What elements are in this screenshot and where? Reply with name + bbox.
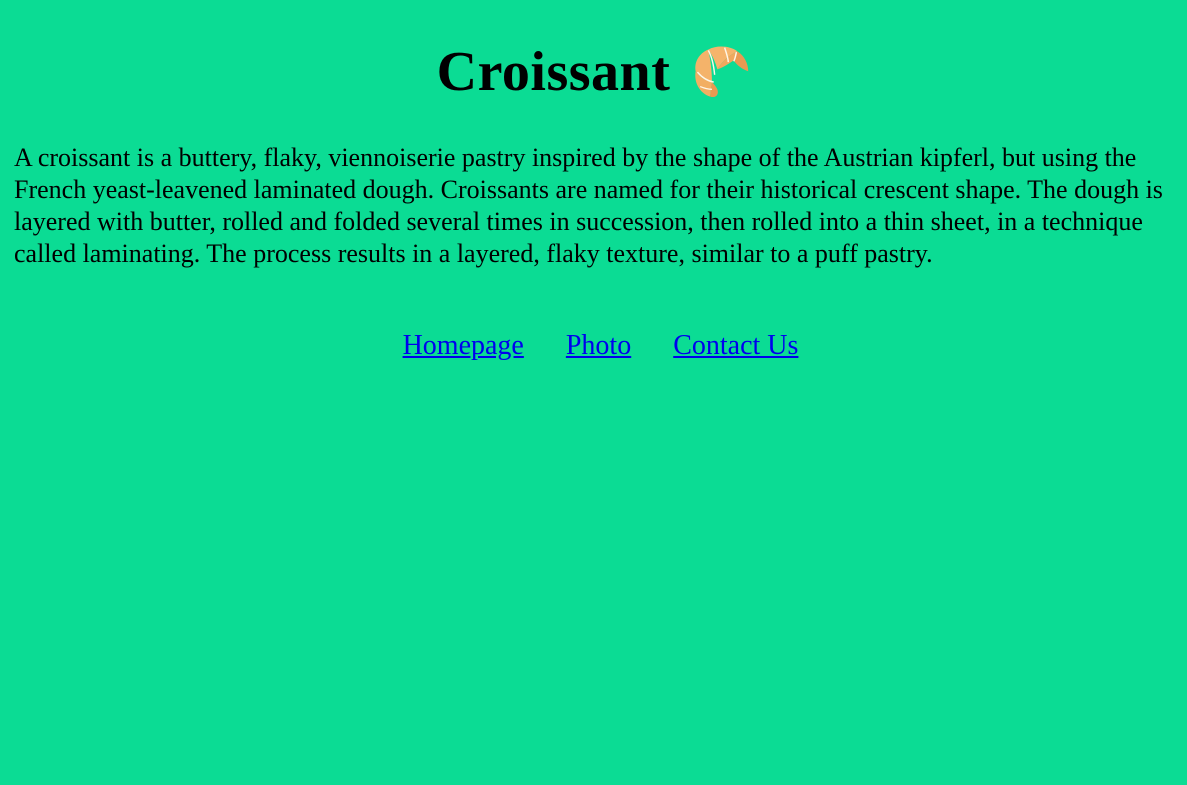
homepage-link[interactable]: Homepage (403, 328, 524, 364)
contact-us-link[interactable]: Contact Us (673, 328, 798, 364)
photo-link[interactable]: Photo (566, 328, 631, 364)
croissant-icon (692, 44, 750, 102)
header: Croissant (0, 36, 1187, 108)
nav-links: Homepage Photo Contact Us (0, 328, 1187, 364)
page: Croissant A croissant is a buttery, flak… (0, 0, 1187, 785)
croissant-description: A croissant is a buttery, flaky, viennoi… (14, 143, 1163, 268)
page-title: Croissant (436, 41, 671, 103)
